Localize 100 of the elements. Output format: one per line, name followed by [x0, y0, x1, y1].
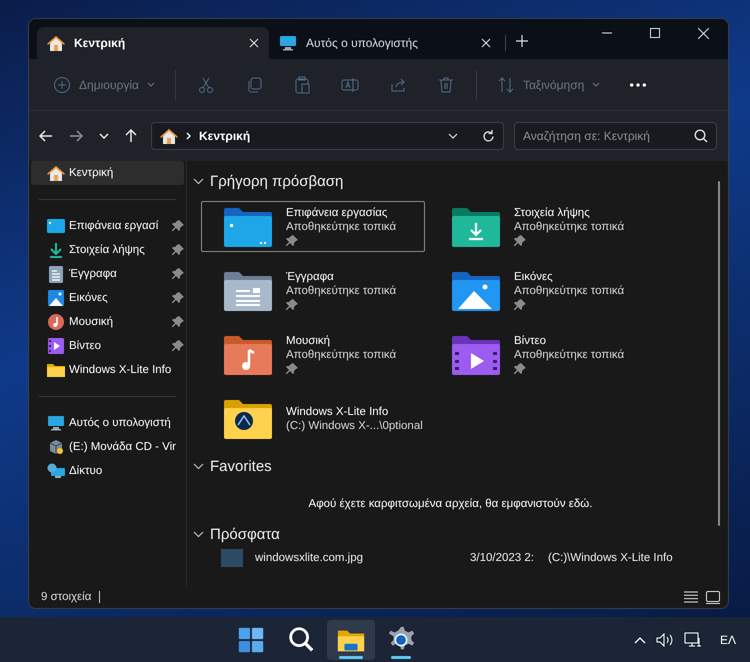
recent-file-row[interactable]: windowsxlite.com.jpg 3/10/2023 2: (C:)\Windows X-Lite Info: [193, 548, 728, 568]
chevron-down-icon: [99, 133, 109, 139]
home-icon: [47, 165, 65, 181]
network-monitor-icon: [684, 632, 702, 648]
folder-tile[interactable]: Στοιχεία λήψης Αποθηκεύτηκε τοπικά: [429, 201, 657, 252]
close-icon[interactable]: [698, 28, 709, 39]
file-name: windowsxlite.com.jpg: [255, 552, 364, 564]
item-count: 9 στοιχεία: [41, 591, 92, 603]
more-icon: [630, 82, 646, 86]
sidebar-item[interactable]: Μουσική: [29, 310, 186, 334]
sidebar-item[interactable]: Αυτός ο υπολογιστή: [29, 411, 186, 435]
section-header[interactable]: Γρήγορη πρόσβαση: [210, 172, 344, 190]
sidebar-item[interactable]: Κεντρική: [31, 161, 184, 185]
desktop-folder-icon: [224, 206, 272, 246]
music-folder-icon: [224, 334, 272, 374]
taskbar-button[interactable]: [327, 620, 375, 660]
folder-location: (C:) Windows X-...\0ptional: [286, 420, 423, 432]
download-arrow-icon: [48, 242, 64, 258]
sidebar-item[interactable]: Εικόνες: [29, 286, 186, 310]
speaker-icon: [656, 632, 674, 646]
close-icon: [481, 38, 491, 48]
close-icon: [249, 38, 259, 48]
sidebar-item[interactable]: Έγγραφα: [29, 262, 186, 286]
sidebar-item[interactable]: Στοιχεία λήψης: [29, 238, 186, 262]
tiles-view-icon: [706, 590, 720, 604]
home-icon: [47, 35, 65, 51]
plus-icon: [516, 35, 528, 47]
sidebar-item[interactable]: (E:) Μονάδα CD - Vir: [29, 435, 186, 459]
folder-location: Αποθηκεύτηκε τοπικά: [286, 348, 396, 360]
folder-icon: [47, 363, 65, 377]
share-icon: [388, 76, 407, 94]
video-folder-icon: [452, 334, 500, 374]
folder-name: Windows X-Lite Info: [286, 406, 390, 418]
empty-message: Αφού έχετε καρφιτσωμένα αρχεία, θα εμφανιστούν εδώ.: [308, 498, 594, 510]
up-arrow-icon: [125, 129, 137, 143]
tab[interactable]: Αυτός ο υπολογιστής: [269, 27, 501, 59]
folder-icon: [224, 398, 272, 438]
monitor-icon: [279, 35, 297, 51]
file-location: (C:)\Windows X-Lite Info: [548, 552, 673, 564]
music-note-icon: [48, 314, 64, 330]
breadcrumb[interactable]: Κεντρική: [199, 129, 250, 143]
tab-title: Κεντρική: [74, 36, 126, 50]
download-folder-icon: [452, 206, 500, 246]
picture-folder-icon: [452, 270, 500, 310]
folder-location: Αποθηκεύτηκε τοπικά: [514, 348, 624, 360]
sidebar-item[interactable]: Βίντεο: [29, 334, 186, 358]
chevron-up-icon: [634, 636, 646, 644]
chevron-right-icon: [186, 132, 191, 140]
scrollbar[interactable]: [718, 181, 720, 526]
desktop-icon: [47, 219, 65, 233]
monitor-icon: [47, 415, 65, 431]
plus-circle-icon: [53, 76, 71, 94]
trash-icon: [436, 76, 455, 94]
chevron-down-icon: [193, 462, 204, 470]
folder-name: Βίντεο: [514, 334, 548, 346]
details-view-icon: [684, 591, 698, 603]
chevron-down-icon: [448, 133, 458, 139]
document-folder-icon: [224, 270, 272, 310]
sort-arrows-icon: [496, 76, 515, 94]
network-icon: [47, 463, 65, 479]
folder-tile[interactable]: Έγγραφα Αποθηκεύτηκε τοπικά: [201, 265, 429, 316]
folder-location: Αποθηκεύτηκε τοπικά: [286, 220, 396, 232]
search-icon: [694, 129, 708, 143]
folder-location: Αποθηκεύτηκε τοπικά: [514, 284, 624, 296]
clipboard-icon: [292, 76, 311, 94]
folder-tile[interactable]: Windows X-Lite Info (C:) Windows X-...\0ptional: [201, 393, 429, 444]
sidebar-item[interactable]: Δίκτυο: [29, 459, 186, 483]
photo-placeholder: [221, 549, 243, 567]
file-date: 3/10/2023 2:: [470, 552, 535, 564]
video-icon: [48, 338, 64, 354]
chevron-down-icon: [193, 178, 204, 184]
back-arrow-icon: [39, 130, 53, 142]
folder-name: Επιφάνεια εργασίας: [286, 206, 388, 218]
caret-icon: [592, 82, 600, 87]
address-bar[interactable]: Κεντρική: [151, 122, 504, 150]
document-icon: [49, 266, 63, 282]
tab-title: Αυτός ο υπολογιστής: [306, 36, 418, 50]
section-header[interactable]: Πρόσφατα: [210, 526, 280, 542]
home-icon: [160, 128, 178, 144]
maximize-icon[interactable]: [650, 28, 660, 38]
caret-icon: [146, 82, 155, 87]
folder-name: Μουσική: [286, 334, 332, 346]
folder-tile[interactable]: Μουσική Αποθηκεύτηκε τοπικά: [201, 329, 429, 380]
language-indicator[interactable]: ΕΛ: [720, 632, 736, 646]
folder-tile[interactable]: Βίντεο Αποθηκεύτηκε τοπικά: [429, 329, 657, 380]
chevron-down-icon: [193, 530, 204, 538]
scissors-icon: [196, 76, 215, 94]
folder-location: Αποθηκεύτηκε τοπικά: [286, 284, 396, 296]
folder-name: Στοιχεία λήψης: [514, 206, 591, 218]
section-header[interactable]: Favorites: [210, 458, 272, 474]
search-field[interactable]: Αναζήτηση σε: Κεντρική: [514, 122, 717, 150]
rename-icon: [340, 76, 359, 94]
folder-location: Αποθηκεύτηκε τοπικά: [514, 220, 624, 232]
folder-name: Έγγραφα: [286, 270, 335, 282]
tab[interactable]: Κεντρική: [37, 27, 269, 59]
folder-tile[interactable]: Εικόνες Αποθηκεύτηκε τοπικά: [429, 265, 657, 316]
folder-name: Εικόνες: [514, 270, 554, 282]
sidebar-item[interactable]: Windows X-Lite Info: [29, 358, 186, 382]
sidebar-item[interactable]: Επιφάνεια εργασί: [29, 214, 186, 238]
folder-tile[interactable]: Επιφάνεια εργασίας Αποθηκεύτηκε τοπικά: [201, 201, 425, 252]
